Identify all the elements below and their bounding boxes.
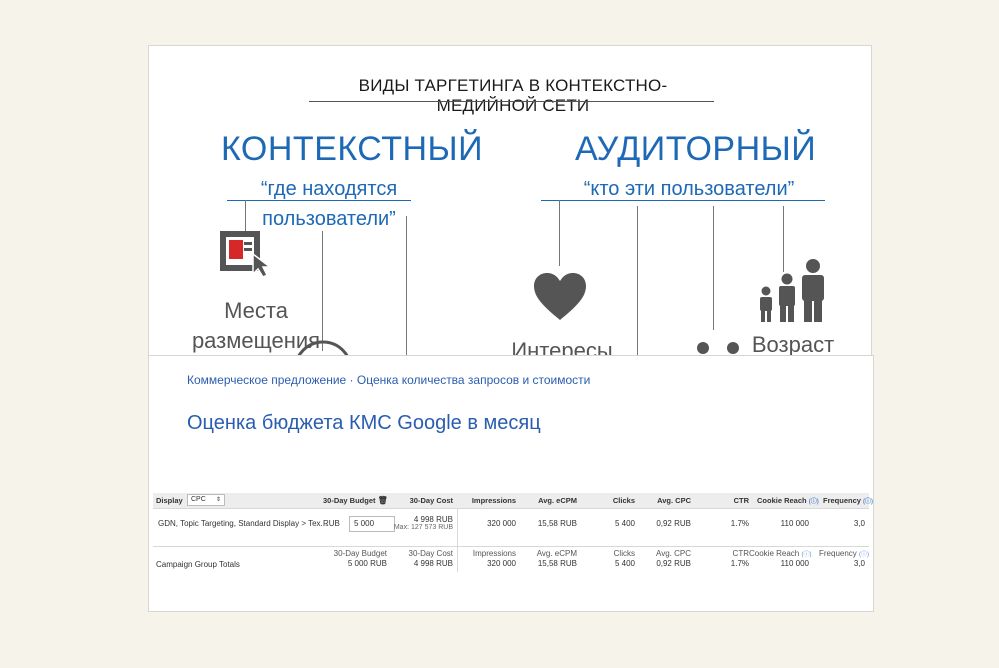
targeting-slide: ВИДЫ ТАРГЕТИНГА В КОНТЕКСТНО-МЕДИЙНОЙ СЕ…: [148, 45, 872, 367]
cost-header: 30-Day Cost: [409, 496, 453, 505]
breadcrumb[interactable]: Коммерческое предложение · Оценка количе…: [187, 373, 590, 387]
info-icon[interactable]: (ⓘ): [863, 499, 873, 505]
row-divider: [153, 546, 869, 547]
totals-budget-header: 30-Day Budget: [333, 549, 387, 558]
frequency-value: 3,0: [853, 519, 865, 528]
contextual-subtitle-1: “где находятся: [260, 178, 398, 200]
audience-heading: АУДИТОРНЫЙ: [575, 130, 817, 168]
cookie-reach-value: 110 000: [780, 519, 809, 528]
frequency-header-label: Frequency: [823, 496, 861, 505]
connector-line: [637, 206, 638, 356]
totals-frequency-header: Frequency (ⓘ): [819, 549, 869, 558]
display-label: Display: [156, 496, 183, 505]
connector-line: [559, 200, 560, 266]
cookie-reach-header: Cookie Reach (ⓘ): [757, 496, 819, 505]
cpc-value: 0,92 RUB: [656, 519, 691, 528]
table-header-row: Display CPC ⇕ 30-Day Budget 🗑 30-Day Cos…: [153, 493, 873, 509]
cpc-header: Avg. CPC: [657, 496, 691, 505]
heart-icon: [534, 273, 586, 320]
slide-title-underline: [309, 101, 714, 102]
budget-header-label: 30-Day Budget: [323, 496, 376, 505]
cost-value: 4 998 RUB: [413, 515, 453, 524]
currency-label: RUB: [323, 519, 340, 528]
connector-line: [245, 200, 246, 232]
totals-clicks-value: 5 400: [614, 559, 635, 568]
page-title: Оценка бюджета КМС Google в месяц: [187, 412, 541, 434]
info-icon[interactable]: (ⓘ): [859, 552, 869, 558]
select-arrows-icon: ⇕: [215, 497, 221, 503]
campaign-name[interactable]: GDN, Topic Targeting, Standard Display >…: [158, 519, 327, 528]
totals-cost-value: 4 998 RUB: [413, 559, 453, 568]
info-icon[interactable]: (ⓘ): [801, 552, 811, 558]
clicks-value: 5 400: [614, 519, 635, 528]
display-mode-select[interactable]: CPC ⇕: [187, 494, 225, 506]
totals-cost-header: 30-Day Cost: [408, 549, 453, 558]
ctr-value: 1.7%: [730, 519, 749, 528]
family-icon: [760, 259, 824, 322]
totals-budget-value: 5 000 RUB: [347, 559, 387, 568]
slide-title: ВИДЫ ТАРГЕТИНГА В КОНТЕКСТНО-МЕДИЙНОЙ СЕ…: [358, 76, 668, 115]
totals-ecpm-value: 15,58 RUB: [537, 559, 577, 568]
impressions-value: 320 000: [487, 519, 516, 528]
totals-frequency-value: 3,0: [853, 559, 865, 568]
totals-impressions-header: Impressions: [472, 549, 516, 558]
totals-ctr-header: CTR: [732, 549, 749, 558]
cookie-reach-header-label: Cookie Reach: [757, 496, 807, 505]
dots-icon: [697, 342, 739, 354]
totals-label: Campaign Group Totals: [156, 560, 240, 569]
totals-cpc-value: 0,92 RUB: [656, 559, 691, 568]
ecpm-value: 15,58 RUB: [537, 519, 577, 528]
connector-line: [406, 216, 407, 356]
placements-label-1: Места: [224, 298, 288, 323]
audience-rule: [541, 200, 825, 201]
totals-clicks-header: Clicks: [613, 549, 635, 558]
ecpm-header: Avg. eCPM: [538, 496, 577, 505]
placement-page-icon: [220, 231, 273, 278]
totals-cookie-reach-header: Cookie Reach (ⓘ): [749, 549, 811, 558]
frequency-header: Frequency (ⓘ): [823, 496, 873, 505]
totals-cpc-header: Avg. CPC: [656, 549, 691, 558]
connector-line: [713, 206, 714, 330]
contextual-heading: КОНТЕКСТНЫЙ: [221, 130, 484, 168]
impressions-header: Impressions: [471, 496, 516, 505]
cost-max-value: Max: 127 573 RUB: [393, 524, 453, 531]
info-icon[interactable]: (ⓘ): [809, 499, 819, 505]
totals-cookie-reach-header-label: Cookie Reach: [749, 549, 800, 558]
display-mode-value: CPC: [191, 496, 206, 503]
totals-frequency-header-label: Frequency: [819, 549, 857, 558]
totals-impressions-value: 320 000: [487, 559, 516, 568]
budget-header: 30-Day Budget 🗑: [323, 496, 388, 505]
totals-ecpm-header: Avg. eCPM: [536, 549, 577, 558]
totals-cookie-reach-value: 110 000: [780, 559, 809, 568]
budget-estimate-panel: Коммерческое предложение · Оценка количе…: [148, 355, 874, 612]
clicks-header: Clicks: [612, 496, 635, 505]
ctr-header: CTR: [733, 496, 749, 505]
totals-ctr-value: 1.7%: [730, 559, 749, 568]
